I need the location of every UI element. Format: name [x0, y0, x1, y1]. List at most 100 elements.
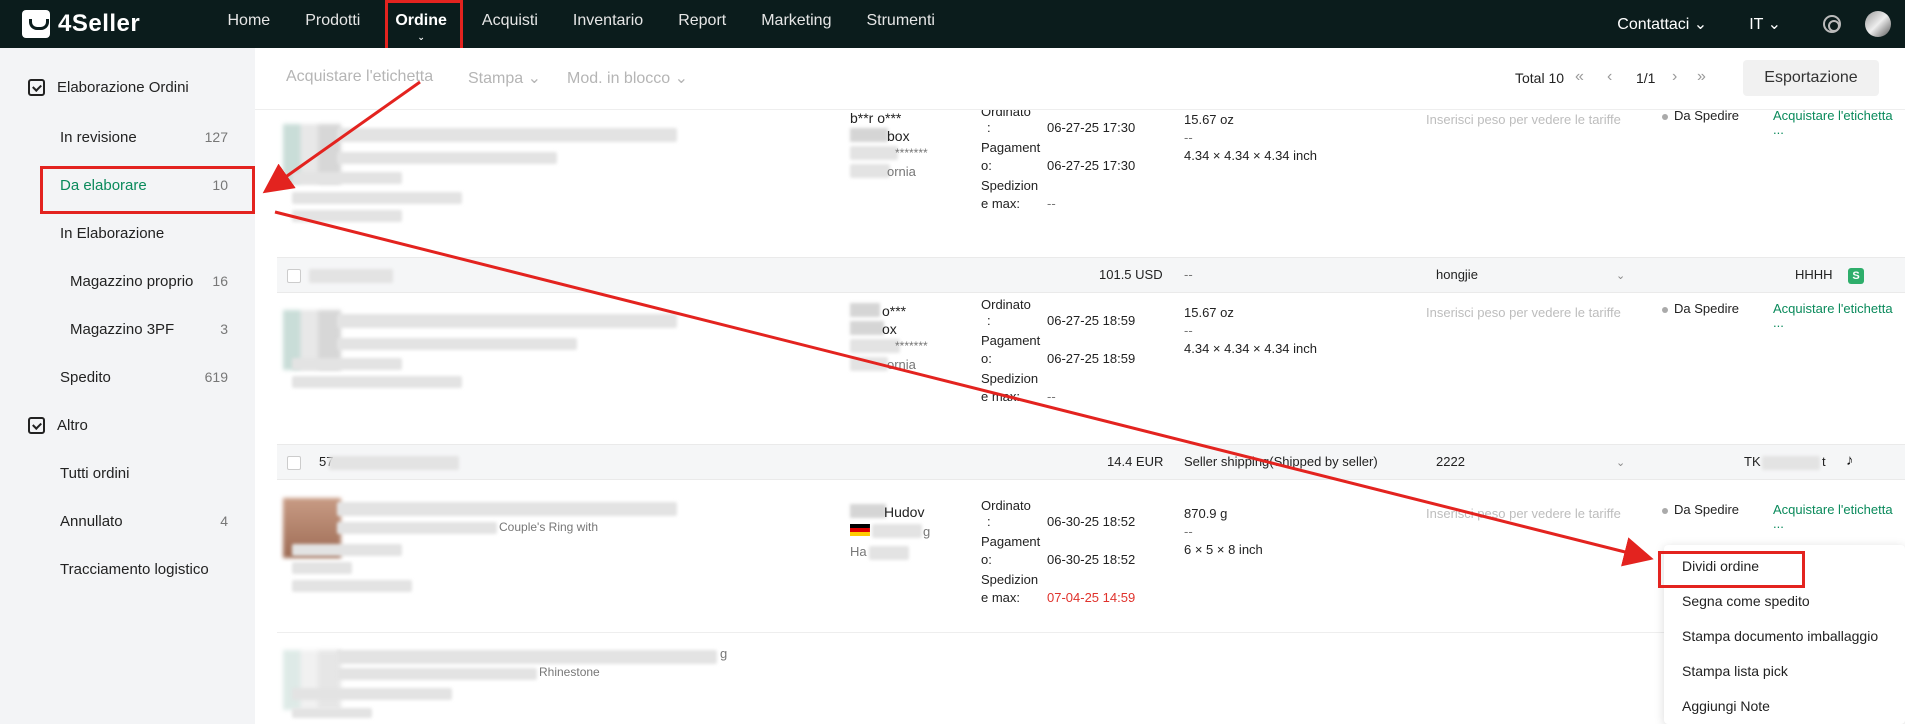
- sidebar-item-magazzino-proprio[interactable]: Magazzino proprio 16: [50, 259, 250, 303]
- contact-dropdown[interactable]: Contattaci ⌄: [1617, 14, 1707, 34]
- ordered-date: 06-30-25 18:52: [1047, 514, 1136, 529]
- export-button[interactable]: Esportazione: [1743, 60, 1879, 96]
- ordered-label: Ordinato: [981, 110, 1031, 119]
- prev-page-icon[interactable]: ‹: [1607, 68, 1612, 86]
- more-actions-link[interactable]: ...: [1773, 516, 1784, 531]
- print-pick-list-menu-item[interactable]: Stampa lista pick: [1682, 663, 1788, 679]
- weight-hint[interactable]: Inserisci peso per vedere le tariffe: [1426, 506, 1621, 521]
- split-order-menu-item[interactable]: Dividi ordine: [1682, 558, 1759, 574]
- sidebar-item-label: In revisione: [60, 128, 137, 146]
- sidebar-item-da-elaborare[interactable]: Da elaborare 10: [40, 163, 250, 207]
- warehouse-select[interactable]: hongjie: [1436, 267, 1478, 282]
- sidebar-item-annullato[interactable]: Annullato 4: [40, 499, 250, 543]
- shipping-method: --: [1184, 267, 1193, 282]
- language-label: IT: [1749, 16, 1764, 33]
- buy-label-link[interactable]: Acquistare l'etichetta: [1773, 301, 1893, 316]
- buy-label-link[interactable]: Acquistare l'etichetta: [1773, 502, 1893, 517]
- ship-deadline-date: --: [1047, 389, 1056, 404]
- ordered-date: 06-27-25 18:59: [1047, 313, 1136, 328]
- app-logo[interactable]: 4Seller: [22, 8, 140, 40]
- chevron-down-icon[interactable]: ⌄: [1616, 456, 1625, 469]
- more-actions-link[interactable]: ...: [1773, 315, 1784, 330]
- product-detail-blurred: [292, 210, 402, 222]
- sidebar-group-elaborazione[interactable]: Elaborazione Ordini: [28, 79, 189, 96]
- chevron-down-icon: ⌄: [417, 32, 425, 42]
- page-indicator: 1/1: [1636, 70, 1656, 86]
- order-checkbox[interactable]: [287, 456, 301, 470]
- package-dimensions: 6 × 5 × 8 inch: [1184, 542, 1263, 557]
- sidebar-item-label: Magazzino proprio: [70, 272, 194, 290]
- buy-label-button[interactable]: Acquistare l'etichetta: [286, 68, 433, 86]
- clipboard-icon: [28, 417, 45, 434]
- sidebar-item-tutti-ordini[interactable]: Tutti ordini: [40, 451, 250, 495]
- order-amount: 101.5 USD: [1099, 267, 1163, 282]
- nav-acquisti[interactable]: Acquisti: [464, 0, 555, 48]
- sidebar-item-magazzino-3pf[interactable]: Magazzino 3PF 3: [50, 307, 250, 351]
- nav-prodotti[interactable]: Prodotti: [288, 0, 378, 48]
- sidebar-item-in-elaborazione[interactable]: In Elaborazione: [40, 211, 250, 255]
- order-status-label: Da Spedire: [1674, 110, 1740, 123]
- paid-date: 06-30-25 18:52: [1047, 552, 1136, 567]
- top-navigation-bar: 4Seller Home Prodotti Ordine ⌄ Acquisti I…: [0, 0, 1905, 48]
- weight-hint[interactable]: Inserisci peso per vedere le tariffe: [1426, 305, 1621, 320]
- add-note-menu-item[interactable]: Aggiungi Note: [1682, 698, 1770, 714]
- last-page-icon[interactable]: »: [1697, 68, 1706, 86]
- ordered-colon: :: [987, 313, 991, 328]
- product-detail-blurred: [292, 192, 462, 204]
- nav-strumenti[interactable]: Strumenti: [849, 0, 952, 48]
- product-detail-blurred: [292, 708, 372, 718]
- order-number-blurred: [309, 269, 393, 283]
- sidebar-item-count: 619: [204, 369, 228, 385]
- sidebar-item-label: Tracciamento logistico: [60, 560, 209, 578]
- nav-home[interactable]: Home: [210, 0, 288, 48]
- sidebar-item-label: Magazzino 3PF: [70, 320, 175, 338]
- ship-deadline-label: Spedizion: [981, 572, 1039, 587]
- order-checkbox[interactable]: [287, 269, 301, 283]
- nav-marketing[interactable]: Marketing: [744, 0, 849, 48]
- buyer-phone-blurred: [850, 339, 900, 353]
- sidebar-group-altro[interactable]: Altro: [28, 417, 88, 434]
- buyer-address: g: [923, 524, 931, 539]
- print-packing-slip-menu-item[interactable]: Stampa documento imballaggio: [1682, 628, 1878, 644]
- bulk-edit-dropdown[interactable]: Mod. in blocco ⌄: [567, 68, 688, 88]
- buyer-state-blurred: [850, 164, 890, 178]
- nav-report[interactable]: Report: [661, 0, 744, 48]
- print-label: Stampa: [468, 70, 524, 87]
- package-weight: 15.67 oz: [1184, 305, 1234, 320]
- order-toolbar: Acquistare l'etichetta Stampa ⌄ Mod. in …: [255, 48, 1905, 110]
- sidebar-item-tracciamento[interactable]: Tracciamento logistico: [40, 547, 250, 591]
- chevron-down-icon[interactable]: ⌄: [1616, 269, 1625, 282]
- sidebar-item-in-revisione[interactable]: In revisione 127: [40, 115, 250, 159]
- ship-deadline-date: 07-04-25 14:59: [1047, 590, 1136, 605]
- package-dimensions: 4.34 × 4.34 × 4.34 inch: [1184, 148, 1317, 163]
- sidebar-item-spedito[interactable]: Spedito 619: [40, 355, 250, 399]
- sidebar-item-label: Da elaborare: [60, 176, 147, 194]
- language-dropdown[interactable]: IT ⌄: [1749, 14, 1781, 34]
- product-thumbnail[interactable]: [283, 650, 341, 710]
- print-dropdown[interactable]: Stampa ⌄: [468, 68, 541, 88]
- weight-hint[interactable]: Inserisci peso per vedere le tariffe: [1426, 112, 1621, 127]
- shop-name: HHHH: [1795, 267, 1833, 282]
- more-actions-link[interactable]: ...: [1773, 122, 1784, 137]
- next-page-icon[interactable]: ›: [1672, 68, 1677, 86]
- order-status: Da Spedire: [1662, 301, 1739, 316]
- mark-shipped-menu-item[interactable]: Segna come spedito: [1682, 593, 1810, 609]
- buyer-state: ornia: [887, 164, 916, 179]
- buyer-address: box: [887, 128, 910, 144]
- gear-icon[interactable]: [1823, 15, 1841, 33]
- nav-ordine[interactable]: Ordine ⌄: [378, 0, 465, 48]
- buyer-address: ox: [882, 321, 897, 337]
- bag-logo-icon: [22, 10, 50, 38]
- order-status: Da Spedire: [1662, 110, 1739, 123]
- status-dot-icon: [1662, 113, 1668, 120]
- product-sku-blurred: [292, 172, 402, 184]
- warehouse-select[interactable]: 2222: [1436, 454, 1465, 469]
- paid-date: 06-27-25 17:30: [1047, 158, 1136, 173]
- product-title-blurred: [337, 650, 717, 664]
- avatar[interactable]: [1865, 11, 1891, 37]
- first-page-icon[interactable]: «: [1575, 68, 1584, 86]
- buy-label-link[interactable]: Acquistare l'etichetta: [1773, 110, 1893, 123]
- nav-inventario[interactable]: Inventario: [555, 0, 660, 48]
- sidebar-item-label: Annullato: [60, 512, 123, 530]
- shop-badge-icon: S: [1848, 268, 1864, 284]
